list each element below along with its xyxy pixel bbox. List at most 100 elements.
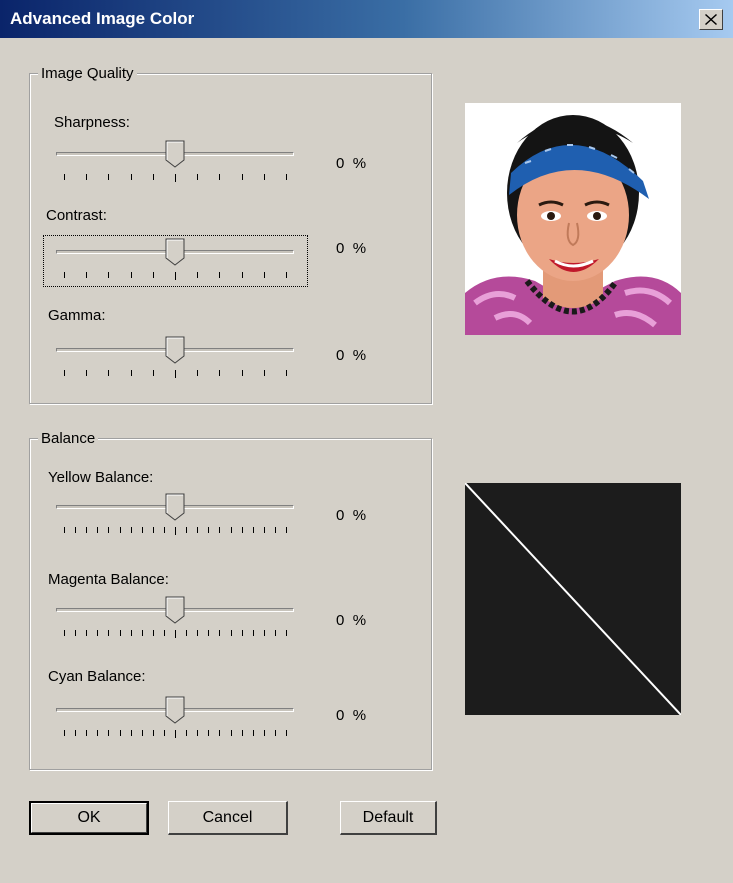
slider-tick: [108, 730, 110, 736]
slider-tick: [219, 730, 221, 736]
slider-tick: [108, 527, 110, 533]
slider-tick: [263, 630, 265, 636]
slider-tick: [152, 527, 154, 533]
contrast-value: 0 %: [336, 240, 367, 257]
gamma-value: 0 %: [336, 347, 367, 364]
default-button[interactable]: Default: [340, 801, 437, 835]
slider-tick: [119, 630, 121, 636]
slider-ticks: [56, 174, 294, 182]
slider-tick: [197, 370, 199, 376]
slider-thumb[interactable]: [165, 493, 185, 521]
balance-legend: Balance: [38, 430, 99, 447]
slider-tick: [230, 730, 232, 736]
slider-tick: [141, 730, 143, 736]
slider-tick: [108, 272, 110, 278]
slider-tick: [252, 730, 254, 736]
slider-tick: [64, 630, 65, 636]
contrast-label: Contrast:: [46, 207, 107, 224]
slider-tick: [64, 174, 65, 180]
slider-tick: [197, 272, 199, 278]
portrait-illustration: [465, 103, 681, 335]
slider-tick: [86, 272, 88, 278]
slider-tick: [130, 370, 132, 376]
tone-curve-line: [464, 482, 682, 716]
default-button-label: Default: [362, 808, 414, 826]
slider-tick: [86, 730, 88, 736]
tone-curve-preview: [464, 482, 682, 716]
slider-tick: [130, 730, 132, 736]
slider-tick: [274, 527, 276, 533]
slider-ticks: [56, 370, 294, 378]
slider-tick: [108, 174, 110, 180]
slider-thumb[interactable]: [165, 336, 185, 364]
slider-tick: [75, 730, 77, 736]
slider-tick: [286, 527, 287, 533]
slider-tick: [286, 630, 287, 636]
slider-tick: [130, 630, 132, 636]
close-button[interactable]: [699, 9, 723, 30]
slider-tick: [97, 630, 99, 636]
slider-tick: [186, 527, 188, 533]
slider-tick: [163, 730, 165, 736]
slider-tick: [108, 630, 110, 636]
slider-tick: [263, 730, 265, 736]
slider-tick: [186, 730, 188, 736]
slider-tick: [152, 370, 154, 376]
slider-tick: [152, 174, 154, 180]
close-icon: [705, 14, 717, 25]
cyan-balance-label: Cyan Balance:: [48, 668, 146, 685]
slider-tick: [230, 630, 232, 636]
preview-image: [465, 103, 681, 335]
slider-tick: [86, 370, 88, 376]
slider-tick: [97, 730, 99, 736]
slider-thumb[interactable]: [165, 596, 185, 624]
cyan-balance-value: 0 %: [336, 707, 367, 724]
window-title: Advanced Image Color: [10, 9, 195, 28]
slider-tick: [175, 527, 176, 535]
slider-thumb[interactable]: [165, 140, 185, 168]
slider-tick: [175, 370, 176, 378]
slider-tick: [175, 730, 176, 738]
slider-tick: [119, 730, 121, 736]
slider-tick: [208, 630, 210, 636]
slider-tick: [219, 272, 221, 278]
slider-tick: [152, 630, 154, 636]
slider-tick: [274, 630, 276, 636]
slider-tick: [86, 630, 88, 636]
slider-tick: [152, 730, 154, 736]
slider-ticks: [56, 527, 294, 535]
slider-ticks: [56, 272, 294, 280]
slider-thumb[interactable]: [165, 696, 185, 724]
slider-tick: [86, 527, 88, 533]
slider-tick: [252, 527, 254, 533]
slider-tick: [119, 527, 121, 533]
slider-tick: [152, 272, 154, 278]
slider-tick: [64, 730, 65, 736]
slider-tick: [241, 272, 243, 278]
title-bar[interactable]: Advanced Image Color: [0, 0, 733, 38]
slider-tick: [208, 730, 210, 736]
slider-tick: [219, 630, 221, 636]
slider-tick: [75, 630, 77, 636]
slider-thumb[interactable]: [165, 238, 185, 266]
slider-tick: [286, 174, 287, 180]
slider-tick: [175, 174, 176, 182]
slider-ticks: [56, 630, 294, 638]
yellow-balance-label: Yellow Balance:: [48, 469, 154, 486]
slider-tick: [130, 272, 132, 278]
slider-tick: [108, 370, 110, 376]
cancel-button[interactable]: Cancel: [168, 801, 288, 835]
sharpness-value: 0 %: [336, 155, 367, 172]
slider-tick: [197, 730, 199, 736]
slider-tick: [175, 630, 176, 638]
slider-tick: [197, 174, 199, 180]
slider-tick: [86, 174, 88, 180]
slider-tick: [130, 527, 132, 533]
slider-tick: [241, 527, 243, 533]
slider-tick: [241, 174, 243, 180]
slider-tick: [263, 272, 265, 278]
slider-tick: [163, 527, 165, 533]
slider-tick: [241, 370, 243, 376]
ok-button[interactable]: OK: [29, 801, 149, 835]
slider-tick: [186, 630, 188, 636]
